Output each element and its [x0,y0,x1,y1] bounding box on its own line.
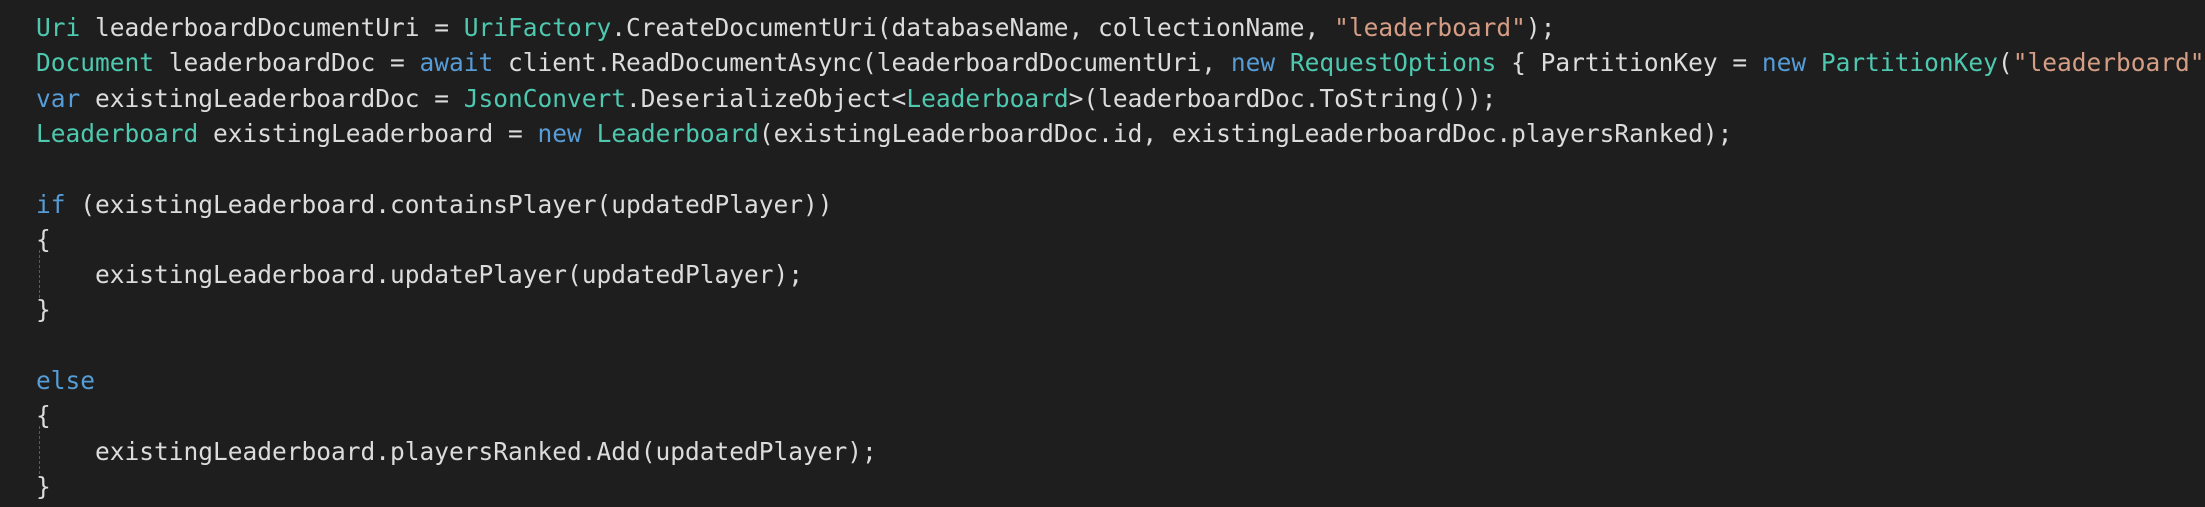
code-token: existingLeaderboard = [198,118,538,148]
code-token: if [36,189,66,219]
code-line[interactable]: var existingLeaderboardDoc = JsonConvert… [36,81,1496,116]
code-line[interactable]: existingLeaderboard.updatePlayer(updated… [36,257,803,292]
code-token: leaderboardDocumentUri = [80,13,464,42]
code-token: "leaderboard" [2012,48,2205,78]
code-token: Leaderboard [596,118,759,148]
code-token: new [1230,48,1276,78]
code-token: existingLeaderboard.playersRanked.Add(up… [36,436,877,466]
code-token: UriFactory [463,13,612,42]
code-token: existingLeaderboardDoc = [80,83,464,113]
code-token: { PartitionKey = [1496,48,1762,78]
code-editor[interactable]: Uri leaderboardDocumentUri = UriFactory.… [0,0,2205,507]
code-token: ( [1997,48,2013,78]
code-token: "leaderboard" [1334,13,1526,42]
code-token: (existingLeaderboard.containsPlayer(upda… [65,189,833,219]
code-token: client.ReadDocumentAsync(leaderboardDocu… [493,48,1231,78]
code-token: var [36,83,81,113]
code-token: RequestOptions [1289,48,1497,78]
code-line[interactable]: Uri leaderboardDocumentUri = UriFactory.… [36,10,1555,45]
code-line[interactable]: existingLeaderboard.playersRanked.Add(up… [36,434,877,469]
code-line[interactable]: } [36,292,51,327]
code-line[interactable]: } [36,469,51,504]
code-token: else [36,366,96,395]
code-token: { [36,224,51,254]
code-token: (existingLeaderboardDoc.id, existingLead… [758,118,1733,148]
code-token: Leaderboard [906,83,1069,113]
code-token: PartitionKey [1820,48,1998,78]
code-line[interactable]: Document leaderboardDoc = await client.R… [36,45,2204,80]
code-token: new [537,118,582,148]
code-token: { [36,401,51,431]
code-token: new [1761,48,1807,78]
code-token: ); [1525,13,1556,42]
code-token: .CreateDocumentUri(databaseName, collect… [611,13,1335,42]
code-token: Uri [36,13,81,42]
code-token: JsonConvert [463,83,627,113]
code-token: } [36,295,51,325]
code-line[interactable]: { [36,222,51,257]
code-line[interactable]: if (existingLeaderboard.containsPlayer(u… [36,187,833,222]
code-line[interactable]: else [36,363,95,398]
code-token: >(leaderboardDoc.ToString()); [1068,83,1497,113]
code-token: .DeserializeObject< [626,83,907,113]
code-token: leaderboardDoc = [154,48,420,78]
code-token: existingLeaderboard.updatePlayer(updated… [36,260,804,290]
code-token: } [36,471,51,501]
code-line[interactable]: { [36,398,51,433]
code-token: await [419,48,494,78]
code-line[interactable]: Leaderboard existingLeaderboard = new Le… [36,116,1732,151]
code-token: Leaderboard [36,118,199,148]
code-token: Document [36,48,155,78]
